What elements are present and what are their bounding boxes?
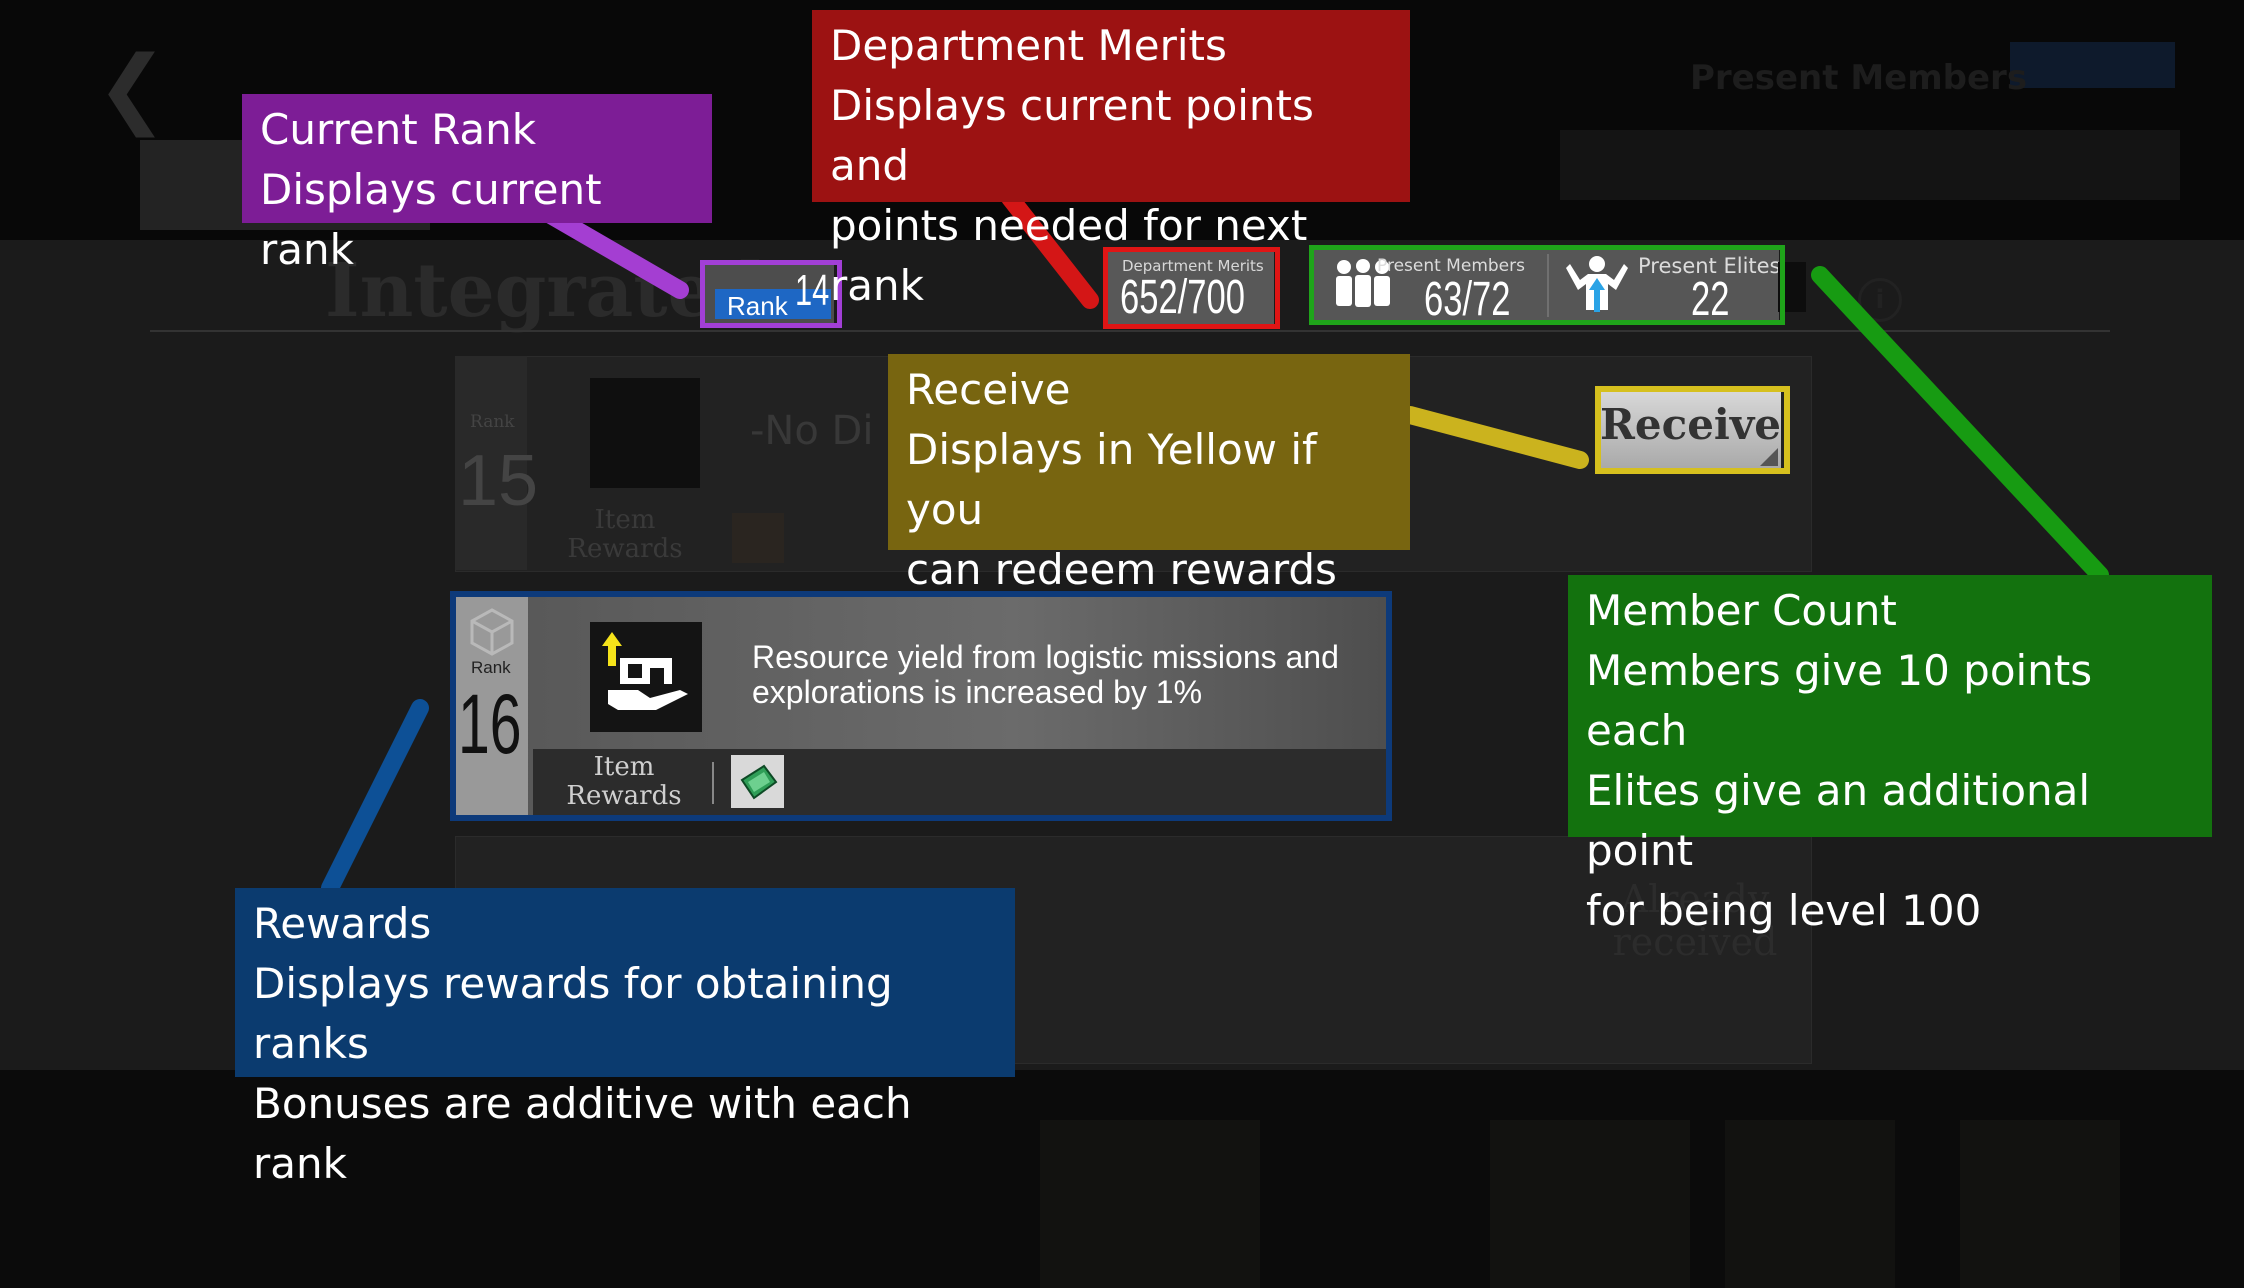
callout-title: Rewards (253, 899, 432, 948)
callout-line: Displays current rank (260, 165, 602, 274)
callout-title: Receive (906, 365, 1071, 414)
callout-title: Member Count (1586, 586, 1897, 635)
callout-line: Elites give an additional point (1586, 766, 2091, 875)
callout-line: can redeem rewards (906, 545, 1337, 594)
callout-line: Displays in Yellow if you (906, 425, 1317, 534)
callout-line: Displays current points and (830, 81, 1314, 190)
callout-line: Bonuses are additive with each rank (253, 1079, 912, 1188)
member-count-callout: Member Count Members give 10 points each… (1568, 575, 2212, 935)
callout-title: Department Merits (830, 21, 1227, 70)
callout-line: points needed for next rank (830, 201, 1308, 310)
callout-title: Current Rank (260, 105, 537, 154)
callout-line: for being level 100 (1586, 886, 1982, 935)
callout-line: Displays rewards for obtaining ranks (253, 959, 893, 1068)
current-rank-callout: Current Rank Displays current rank (242, 94, 712, 274)
department-merits-callout: Department Merits Displays current point… (812, 10, 1410, 310)
rank-highlight (700, 260, 842, 328)
receive-highlight (1595, 386, 1790, 474)
callout-line: Members give 10 points each (1586, 646, 2093, 755)
rewards-callout: Rewards Displays rewards for obtaining r… (235, 888, 1015, 1188)
receive-callout: Receive Displays in Yellow if you can re… (888, 354, 1410, 594)
